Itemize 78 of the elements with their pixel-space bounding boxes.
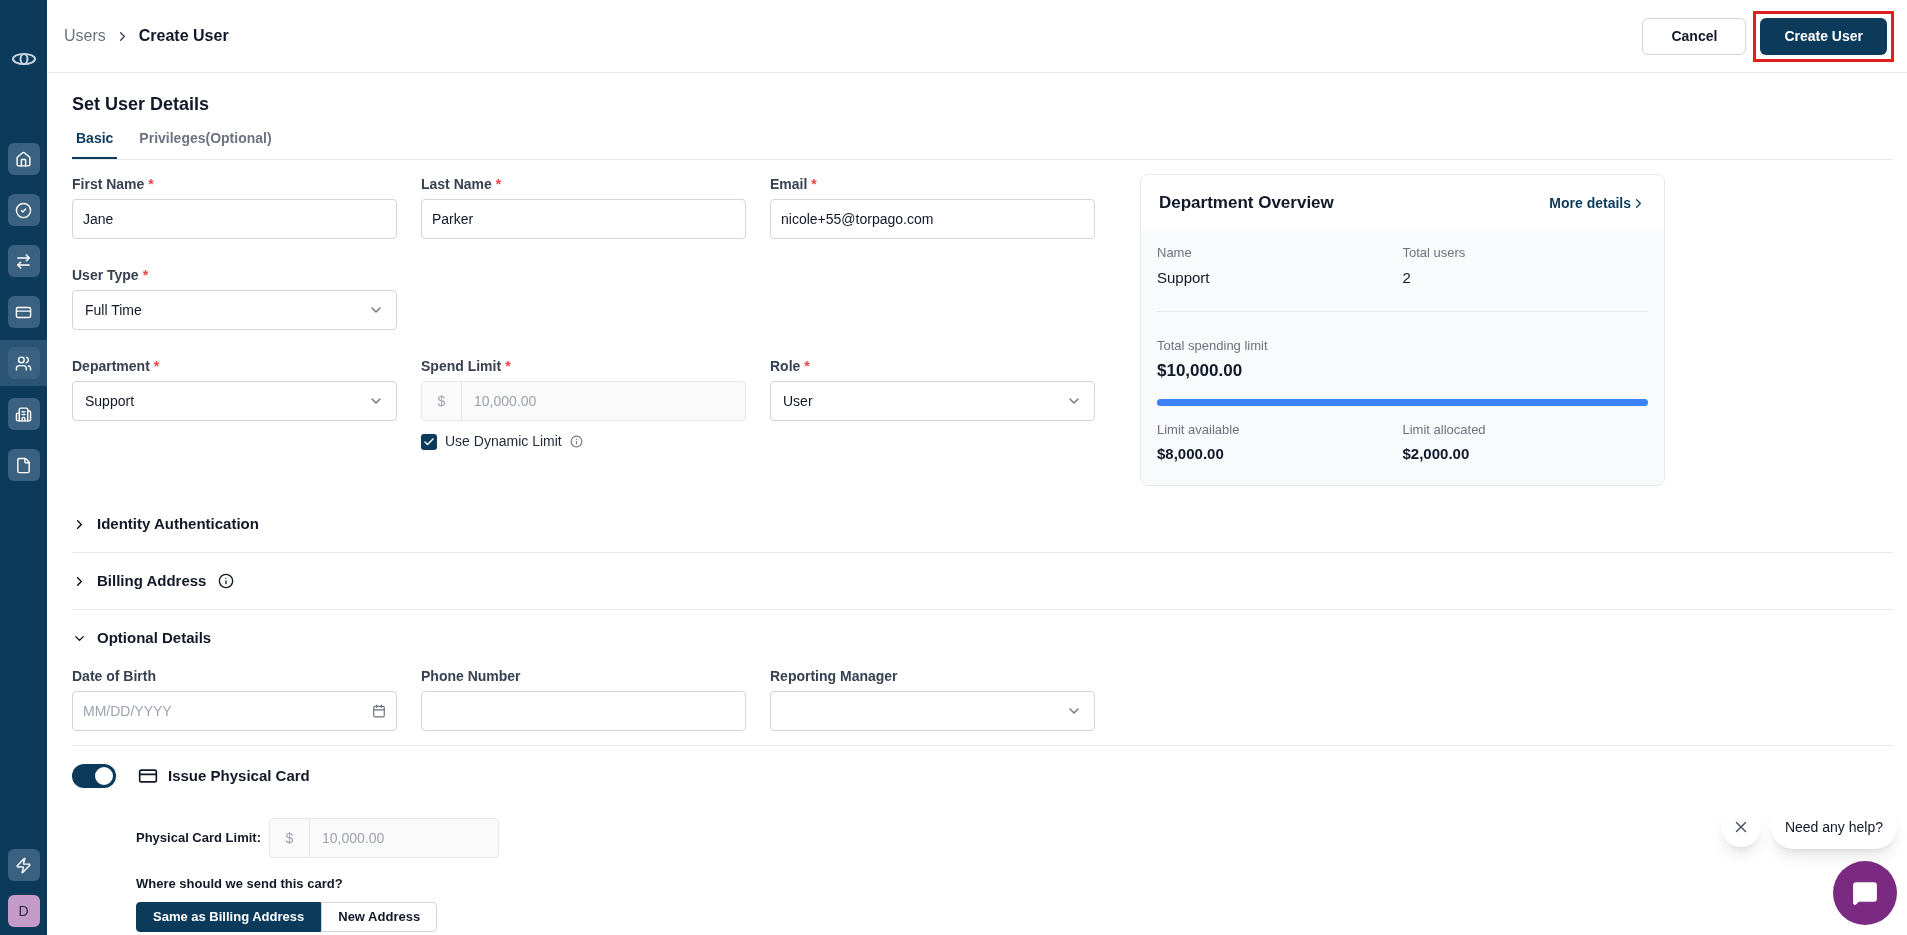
field-label: Email (770, 175, 808, 194)
required-mark: * (495, 175, 502, 194)
input-field[interactable]: nicole+55@torpago.com (770, 199, 1095, 239)
field-label: Role (770, 357, 801, 376)
address-option[interactable]: New Address (321, 901, 438, 932)
question-text: Where should we send this card? (136, 875, 343, 893)
field-label: User Type (72, 266, 139, 285)
stat-value: $10,000.00 (1157, 359, 1244, 382)
more-details-link[interactable]: More details (1549, 192, 1646, 214)
section-title: Identity Authentication (97, 513, 259, 534)
card-title: Department Overview (1159, 192, 1334, 215)
arrows-icon (15, 252, 32, 270)
select-field[interactable]: Support (72, 381, 397, 421)
calendar-icon (372, 704, 386, 718)
field-label: Physical Card Limit: (136, 829, 261, 848)
stat-value: Support (1157, 267, 1211, 288)
section-title: Optional Details (97, 627, 212, 648)
required-mark: * (153, 357, 160, 376)
stat-label: Limit available (1157, 421, 1241, 439)
stat-label: Total spending limit (1157, 337, 1269, 355)
stat-label: Name (1157, 244, 1193, 262)
field-label: Spend Limit (421, 357, 502, 376)
chat-icon (1852, 880, 1878, 906)
input-field[interactable]: Jane (72, 199, 397, 239)
field-label: Date of Birth (72, 667, 156, 686)
select-field[interactable]: Full Time (72, 290, 397, 330)
field-label: Last Name (421, 175, 492, 194)
select-field[interactable] (770, 691, 1095, 731)
required-mark: * (148, 175, 154, 194)
field-label: First Name (72, 175, 145, 194)
section-title: Billing Address (97, 570, 207, 591)
input-field[interactable]: Parker (421, 199, 746, 239)
breadcrumb-link[interactable]: Users (64, 24, 106, 48)
info-icon (218, 573, 235, 589)
card-icon (138, 766, 158, 786)
breadcrumb-current: Create User (138, 26, 229, 46)
tab[interactable]: Basic (72, 128, 118, 159)
user-avatar[interactable]: D (7, 895, 40, 927)
tab[interactable]: Privileges(Optional) (135, 128, 276, 159)
file-icon (15, 456, 32, 474)
required-mark: * (142, 266, 149, 285)
field-label: Phone Number (421, 667, 521, 686)
create-user-button[interactable]: Create User (1760, 17, 1887, 55)
toggle-switch[interactable] (72, 764, 116, 788)
sidebar-item[interactable] (7, 398, 40, 430)
stat-label: Total users (1402, 244, 1467, 262)
lightning-icon (15, 856, 32, 874)
select-field[interactable]: User (770, 381, 1095, 421)
sidebar-item[interactable] (7, 849, 40, 881)
logo-icon (10, 52, 37, 66)
stat-value: $2,000.00 (1402, 443, 1471, 464)
home-icon (15, 150, 32, 168)
field-label: Reporting Manager (770, 667, 898, 686)
required-mark: * (811, 175, 817, 194)
sidebar-item[interactable] (7, 194, 40, 226)
page-title: Set User Details (72, 93, 211, 116)
sidebar-item[interactable] (7, 143, 40, 175)
address-option[interactable]: Same as Billing Address (136, 901, 322, 932)
input-field[interactable] (421, 691, 746, 731)
info-icon (569, 435, 583, 448)
cancel-button[interactable]: Cancel (1642, 17, 1747, 55)
building-icon (15, 405, 32, 423)
checkbox-label: Use Dynamic Limit (445, 432, 562, 451)
stat-value: 2 (1402, 267, 1412, 288)
sidebar-item[interactable] (7, 296, 40, 328)
required-mark: * (804, 357, 810, 376)
help-bubble: Need any help? (1770, 805, 1897, 849)
sidebar-item[interactable] (7, 449, 40, 481)
sidebar-item[interactable] (7, 245, 40, 277)
field-label: Department (72, 357, 150, 376)
stat-label: Limit allocated (1402, 421, 1487, 439)
section-title: Issue Physical Card (168, 765, 310, 786)
check-icon (423, 435, 435, 448)
stat-value: $8,000.00 (1157, 443, 1225, 464)
check-circle-icon (15, 201, 32, 219)
users-icon (15, 354, 32, 372)
required-mark: * (505, 357, 511, 376)
sidebar-item[interactable] (7, 347, 40, 379)
